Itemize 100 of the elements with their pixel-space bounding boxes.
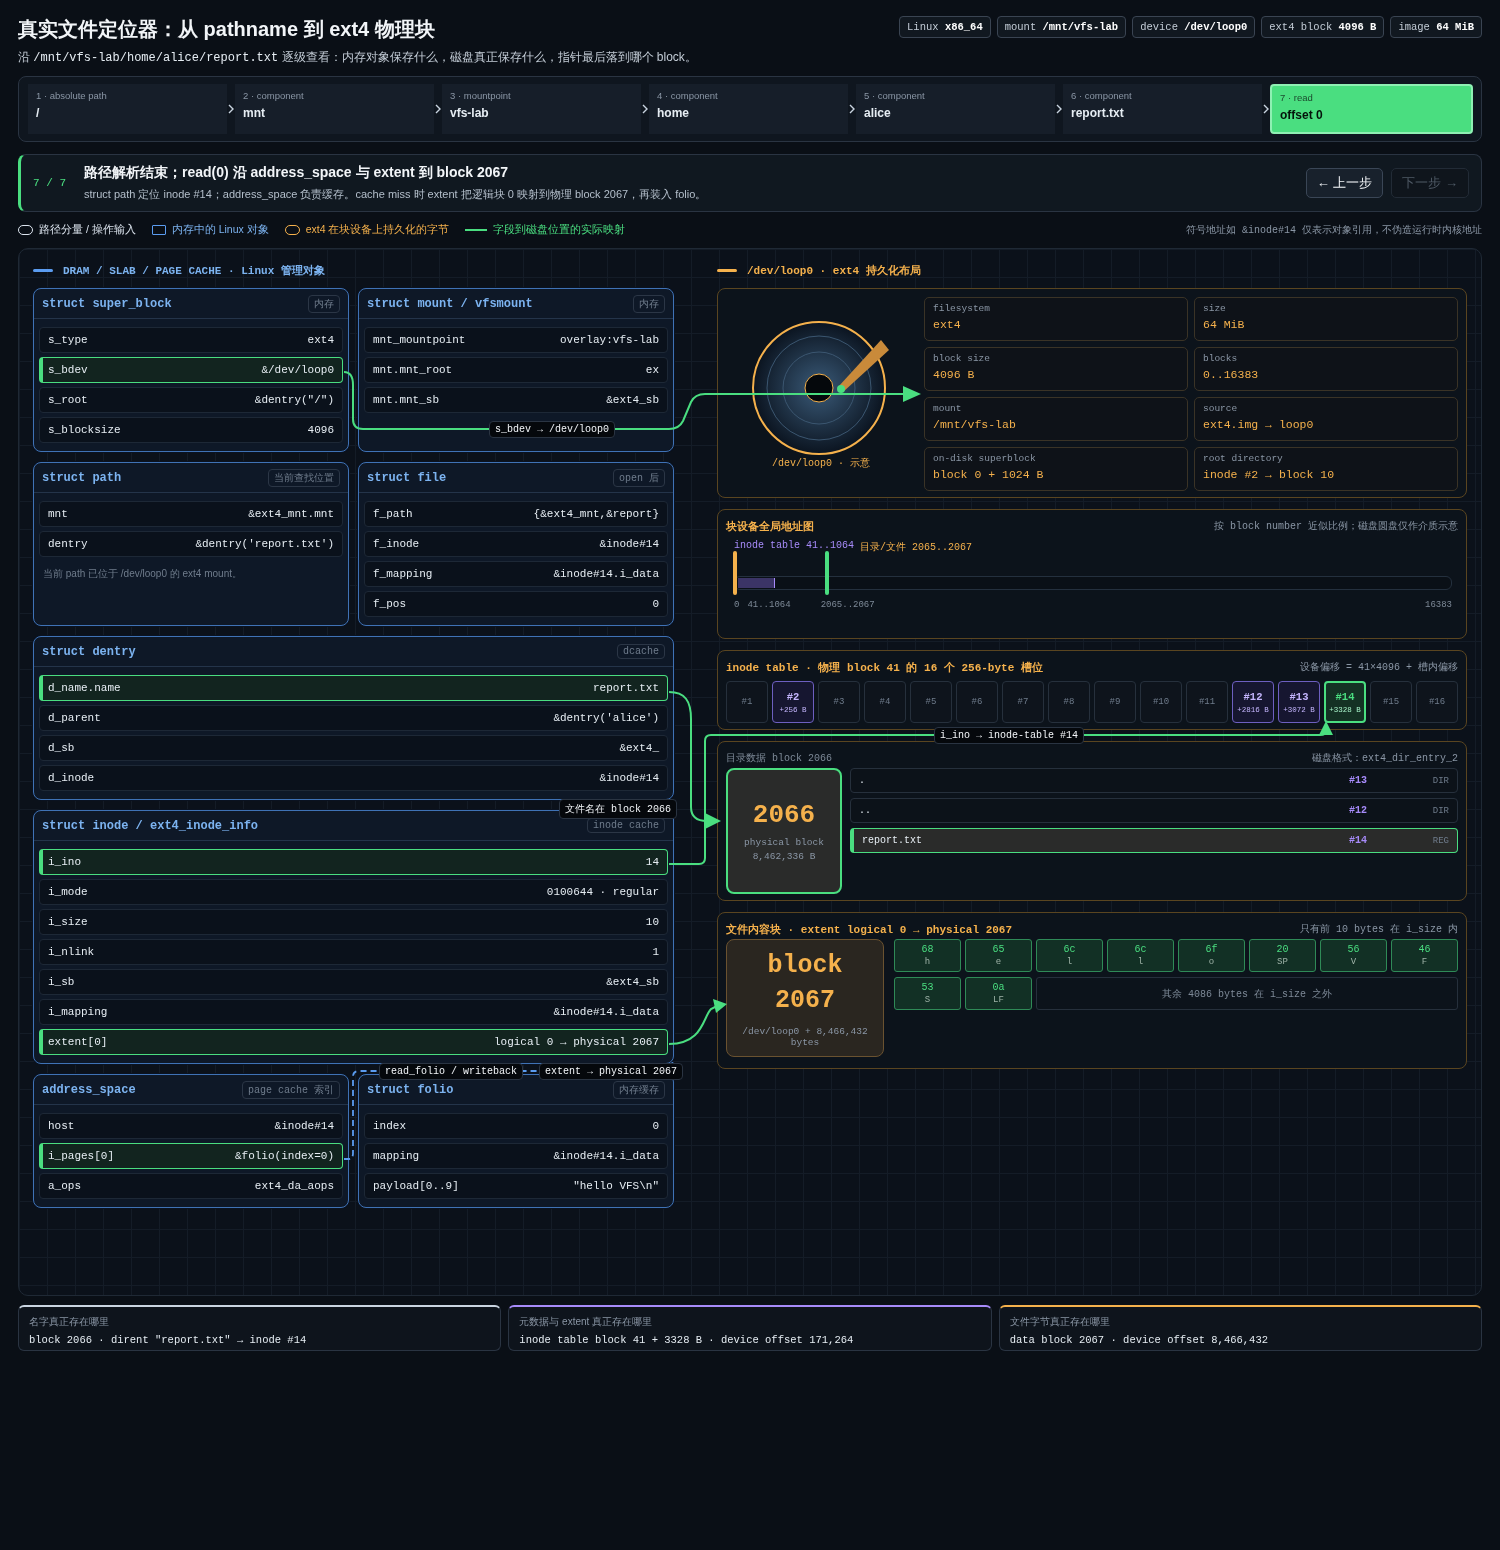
connector-label: i_ino → inode-table #14 [934,727,1085,744]
field-value: &/dev/loop0 [261,364,334,376]
fact-label: root directory [1203,453,1284,464]
line-icon [33,268,53,272]
inode-slot: #16 [1416,681,1458,723]
card-note: 按 block number 近似比例；磁盘圆盘仅作介质示意 [1214,519,1458,533]
field-name: host [48,1120,75,1132]
card-title: 块设备全局地址图 [726,519,814,534]
field-value: logical 0 → physical 2067 [493,1036,659,1048]
path-step-tab[interactable]: 7 · read offset 0 [1270,84,1473,134]
legend-label: 内存中的 Linux 对象 [171,223,269,237]
tick-label: 16383 [1425,600,1452,610]
step-title: 路径解析结束；read(0) 沿 address_space 与 extent 到 block 2067 [84,164,510,182]
field-name: d_parent [48,712,101,724]
fact-label: blocks [1203,353,1239,364]
field-value: &dentry("/") [254,394,334,406]
byte-cell: 56 V [1320,939,1387,972]
card-title: 文件内容块 · extent logical 0 → physical 2067 [726,922,1013,937]
path-step-tab[interactable]: 1 · absolute path / [28,84,227,134]
field-name: i_sb [48,976,75,988]
byte-cell: 6c l [1036,939,1103,972]
chevron-icon [228,104,234,114]
inode-slot: #4 [864,681,906,723]
field-value: &inode#14.i_data [553,568,659,580]
fact-value: 4096 B [933,368,976,381]
field-name: i_mode [48,886,88,898]
block-number: block 2067 [767,950,843,1017]
struct-tag: 当前查找位置 [268,468,340,487]
field-value: report.txt [593,682,659,694]
field-name: s_bdev [48,364,88,376]
path-step-tab[interactable]: 5 · component alice [856,84,1055,134]
tick-label: 2065..2067 [820,600,875,610]
step-description: struct path 定位 inode #14；address_space 负责缓存。cache miss 时 extent 把逻辑块 0 映射到物理 block 2067，再装入 folio。 [84,187,708,202]
fact-value: block 0 + 1024 B [933,468,1045,481]
summary-value: block 2066 · dirent "report.txt" → inode #14 [29,1334,308,1346]
previous-button[interactable]: ← 上一步 [1305,168,1384,198]
field-value: 0 [652,1120,659,1132]
field-name: mnt.mnt_sb [373,394,439,406]
dirent-inode: #14 [1349,835,1368,846]
field-value: &inode#14 [599,538,659,550]
struct-tag: 内存 [308,294,340,313]
chevron-icon [642,104,648,114]
info-chip: image 64 MiB [1390,16,1482,38]
field-name: mnt_mountpoint [373,334,466,346]
field-name: mnt [48,508,68,520]
field-value: &ext4_sb [606,976,659,988]
path-step-tab[interactable]: 6 · component report.txt [1063,84,1262,134]
field-name: dentry [48,538,88,550]
summary-label: 文件字节真正存在哪里 [1009,1315,1111,1329]
tick-label: 41..1064 [747,600,791,610]
dirent-name: .. [859,805,872,816]
field-name: i_nlink [48,946,95,958]
struct-title: address_space [42,1082,136,1097]
field-value: &dentry('alice') [553,712,659,724]
dirent-row[interactable]: report.txt #14 REG [850,828,1458,853]
inode-slot: #6 [956,681,998,723]
field-name: d_name.name [48,682,121,694]
fact-label: on-disk superblock [933,453,1037,464]
dirent-row[interactable]: .. #12 DIR [850,798,1458,823]
summary-value: inode table block 41 + 3328 B · device offset 171,264 [519,1334,855,1346]
card-title: 目录数据 block 2066 [726,752,832,765]
block-caption: /dev/loop0 + 8,466,432 bytes [741,1026,869,1048]
field-name: s_root [48,394,88,406]
field-value: &ext4_sb [606,394,659,406]
field-value: &ext4_mnt.mnt [248,508,334,520]
fact-label: block size [933,353,991,364]
dirent-name: . [859,775,866,786]
field-value: &ext4_ [619,742,659,754]
struct-tag: 内存 [633,294,665,313]
field-name: f_pos [373,598,406,610]
disk-caption: /dev/loop0 · 示意 [772,457,870,470]
fact-label: mount [933,403,963,414]
field-name: d_sb [48,742,75,754]
pin-icon [825,551,830,595]
field-name: f_mapping [373,568,433,580]
field-value: 0100644 · regular [546,886,659,898]
inode-slot: #7 [1002,681,1044,723]
connector-label: read_folio / writeback [379,1063,524,1080]
struct-title: struct inode / ext4_inode_info [42,818,259,833]
field-value: 1 [652,946,659,958]
pin-icon [733,551,737,595]
path-step-tab[interactable]: 4 · component home [649,84,848,134]
dirent-row[interactable]: . #13 DIR [850,768,1458,793]
struct-title: struct path [42,470,122,485]
fact-label: size [1203,303,1227,314]
chevron-icon [849,104,855,114]
path-step-tab[interactable]: 2 · component mnt [235,84,434,134]
fact-value: /mnt/vfs-lab [933,418,1017,431]
connector-label: s_bdev → /dev/loop0 [489,421,616,438]
fact-label: source [1203,403,1239,414]
rest-bytes-note: 其余 4086 bytes 在 i_size 之外 [1036,977,1458,1010]
chevron-icon [435,104,441,114]
field-name: index [373,1120,406,1132]
struct-title: struct dentry [42,644,136,659]
field-value: &inode#14.i_data [553,1150,659,1162]
field-value: overlay:vfs-lab [559,334,659,346]
dirent-type: REG [1431,835,1449,846]
path-step-tab[interactable]: 3 · mountpoint vfs-lab [442,84,641,134]
chevron-icon [1056,104,1062,114]
page-title: 真实文件定位器：从 pathname 到 ext4 物理块 [18,17,436,42]
